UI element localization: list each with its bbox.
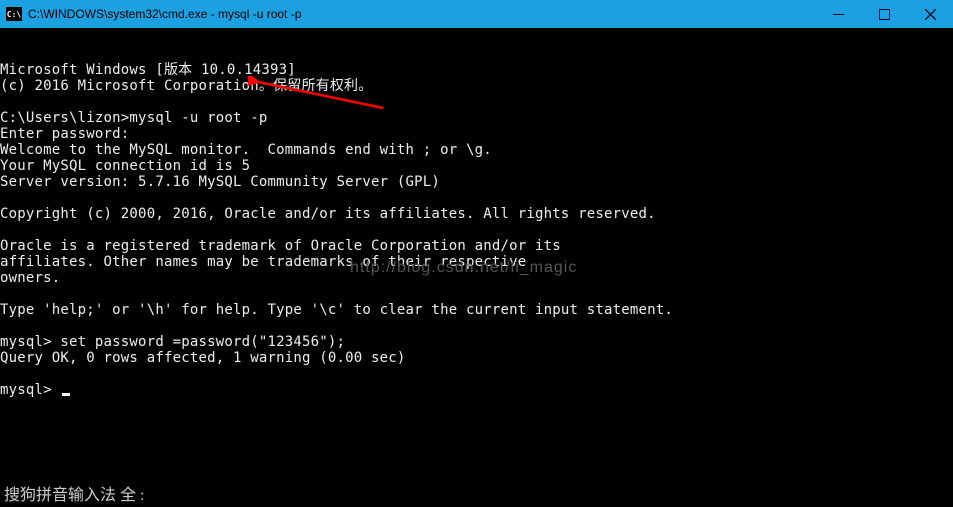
terminal-line: Copyright (c) 2000, 2016, Oracle and/or … [0, 206, 953, 222]
terminal-line [0, 190, 953, 206]
terminal-line: Server version: 5.7.16 MySQL Community S… [0, 174, 953, 190]
terminal-line [0, 94, 953, 110]
maximize-icon [879, 9, 890, 20]
cmd-icon: C:\ [6, 7, 22, 21]
terminal-line: Oracle is a registered trademark of Orac… [0, 238, 953, 254]
window-title: C:\WINDOWS\system32\cmd.exe - mysql -u r… [28, 7, 815, 21]
close-icon [925, 9, 936, 20]
terminal-line [0, 222, 953, 238]
terminal-line: Microsoft Windows [版本 10.0.14393] [0, 62, 953, 78]
terminal-line: mysql> [0, 382, 953, 398]
watermark-text: http://blog.csdn.net/li_magic [350, 260, 577, 276]
terminal-line [0, 366, 953, 382]
minimize-icon [833, 14, 844, 15]
terminal-output[interactable]: Microsoft Windows [版本 10.0.14393](c) 201… [0, 28, 953, 507]
terminal-line: Welcome to the MySQL monitor. Commands e… [0, 142, 953, 158]
terminal-cursor [62, 393, 70, 396]
terminal-line: Enter password: [0, 126, 953, 142]
cmd-icon-label: C:\ [7, 10, 21, 19]
terminal-line [0, 286, 953, 302]
terminal-line: mysql> set password =password("123456"); [0, 334, 953, 350]
terminal-line: Type 'help;' or '\h' for help. Type '\c'… [0, 302, 953, 318]
window-buttons [815, 0, 953, 28]
maximize-button[interactable] [861, 0, 907, 28]
minimize-button[interactable] [815, 0, 861, 28]
terminal-line: (c) 2016 Microsoft Corporation。保留所有权利。 [0, 78, 953, 94]
terminal-line: C:\Users\lizon>mysql -u root -p [0, 110, 953, 126]
terminal-line: Query OK, 0 rows affected, 1 warning (0.… [0, 350, 953, 366]
ime-status-bar: 搜狗拼音输入法 全 : [0, 479, 148, 507]
window-titlebar: C:\ C:\WINDOWS\system32\cmd.exe - mysql … [0, 0, 953, 28]
terminal-line [0, 318, 953, 334]
terminal-line: Your MySQL connection id is 5 [0, 158, 953, 174]
close-button[interactable] [907, 0, 953, 28]
